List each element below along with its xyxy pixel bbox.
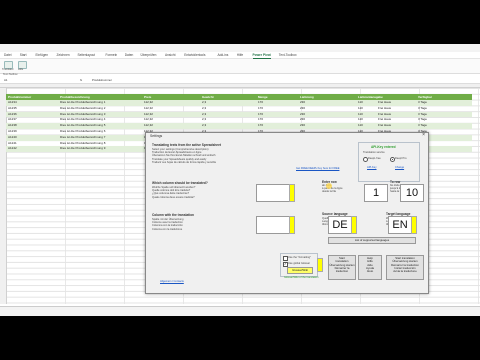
menu-item[interactable]: Hilfe [237,52,243,58]
button-line: Avvia la traduzione [393,269,417,274]
start-row-input[interactable]: 1 [364,184,388,202]
source-language-input[interactable]: DE [328,216,352,234]
source-language-marker [351,216,357,234]
dialog-title: Settings [150,134,163,138]
menu-item[interactable]: Daten [125,52,134,58]
ribbon-help-label: Hilfe [18,68,24,71]
glossary-note: Glossar/Wiki of the translation [284,276,319,279]
target-language-value: EN [392,219,408,231]
target-column-marker [289,216,295,234]
target-language-input[interactable]: EN [388,216,412,234]
column-question: Which column should be translated? [152,181,208,185]
video-frame: Datei Start Einfügen Zeichnen Seitenlayout Fo… [0,0,480,360]
api-key-link[interactable]: API-Key [367,166,377,169]
letterbox-top [0,0,480,44]
start-translation-button-small[interactable]: Start translation Übersetzung starten Dé… [328,255,356,280]
menu-item[interactable]: Ansicht [165,52,175,58]
formula-input[interactable]: Produktnummer [92,78,112,83]
table-cell[interactable]: A1242 [8,146,17,152]
target-language-marker [411,216,417,234]
end-row-value: 10 [405,187,419,199]
glossary-button[interactable]: Glossar/Wiki [287,267,313,274]
menu-item[interactable]: Add-ins [218,52,229,58]
translation-settings-dialog: Settings × Translating texts from the ac… [145,132,429,294]
deepl-key-link[interactable]: Get FREE DEEPL Key here for FREE [296,167,339,170]
glossary-marker [317,258,323,272]
menu-item[interactable]: Start [20,52,27,58]
intro-text: Select your settings (Comprehensive desc… [152,148,216,164]
ribbon: Translator Hilfe [0,59,480,74]
start-row-line: desde la fila [322,190,336,194]
change-link[interactable]: Change [395,166,404,169]
service-label: Translation service [363,151,385,154]
menu-item[interactable]: Power Pivot [252,52,271,59]
letterbox-bottom [0,316,480,360]
target-line: Colonna con la traduzione [152,227,183,231]
close-icon[interactable]: × [422,133,425,138]
intro-line: Traducir sus hojas de cálculo de forma r… [152,160,216,164]
target-column-question: Column with the translation [152,213,194,217]
api-key-frame: API-Key entered Translation service Deep… [358,142,420,182]
column-question-translations: Welche Spalte soll übersetzt werden? Que… [152,186,195,199]
end-row-input[interactable]: 10 [400,184,424,202]
target-column-input[interactable] [256,216,290,234]
deepl-free-label: DeepL free [368,157,381,160]
menu-item[interactable]: Überprüfen [141,52,157,58]
formatting-label: Use the "formatting" [288,256,312,259]
menu-item[interactable]: Datei [4,52,11,58]
question-line: Quale colonna deve essere tradotta? [152,195,195,199]
button-line: Aiuto [366,269,374,274]
ribbon-translator-label: Translator [2,68,14,71]
table-cell[interactable]: Dies ist die Produktbezeichnung 9 [60,146,105,152]
start-translation-button[interactable]: Start translation Übersetzung starten Dé… [386,255,424,280]
source-column-input[interactable] [256,184,290,202]
glossary-label: Use global Glossar [288,262,310,265]
menu-item[interactable]: Formeln [106,52,118,58]
deepl-pro-label: Deepl Pro [395,157,407,160]
source-language-value: DE [332,219,348,231]
target-question-translations: Spalte mit der Übersetzung Colonne avec … [152,218,183,231]
menu-item[interactable]: Einfügen [36,52,49,58]
language-list-button[interactable]: List of supported languages [328,237,416,244]
title-bar [0,44,480,52]
start-row-value: 1 [372,187,380,199]
contacts-link[interactable]: Allgemein / Contacts [160,280,184,283]
fx-icon: fx [80,78,83,82]
ribbon-group-label: Text-Toolbox [3,73,18,76]
mouse-cursor-highlight [326,183,332,189]
menu-item[interactable]: Entwicklertools [184,52,205,58]
help-button[interactable]: Help Hilfe Aide Ayuda Aiuto [358,255,382,280]
menu-item[interactable]: Zeichnen [57,52,70,58]
button-line: traduction [335,269,349,274]
options-frame: Use the "formatting" Use global Glossar … [280,253,318,277]
api-key-status: API-Key entered [371,145,396,149]
menu-bar: Datei Start Einfügen Zeichnen Seitenlayout Fo… [0,52,480,59]
dialog-heading: Translating texts from the active Spread… [152,143,221,147]
menu-item[interactable]: Seitenlayout [78,52,96,58]
menu-item[interactable]: Text-Toolbox [279,52,297,58]
name-box[interactable]: A1 [4,78,7,83]
source-column-marker [289,184,295,202]
